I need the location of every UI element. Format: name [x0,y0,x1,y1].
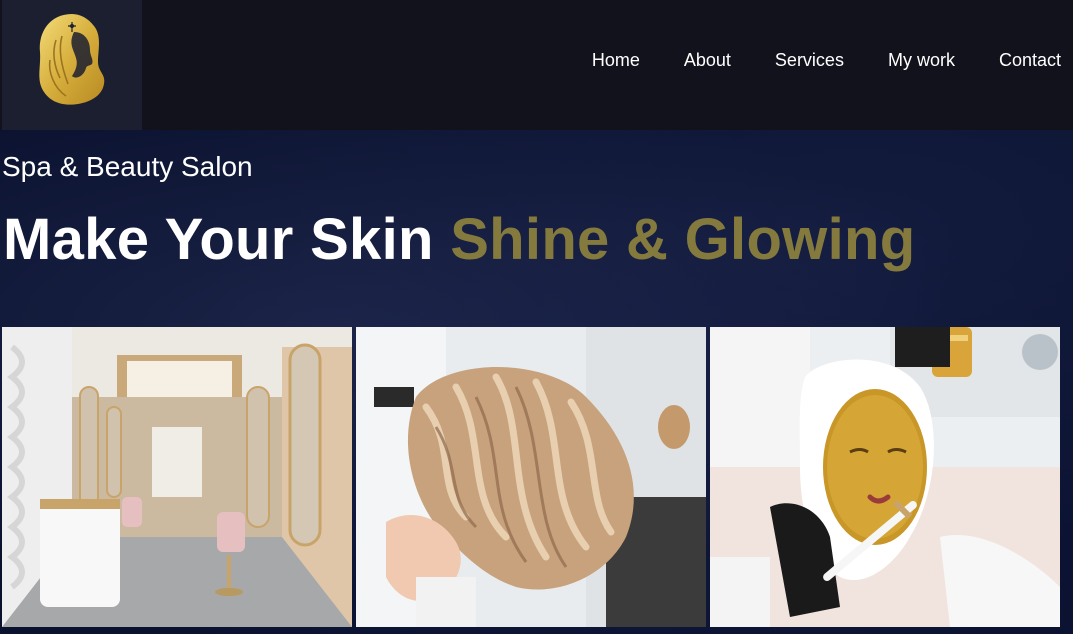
nav-links: Home About Services My work Contact [548,48,1061,72]
gold-face-mask-treatment-photo [710,327,1060,627]
woman-silhouette-logo-icon [39,14,105,105]
navbar: Home About Services My work Contact [0,0,1073,130]
nav-services[interactable]: Services [775,48,844,72]
nav-home[interactable]: Home [592,48,640,72]
logo[interactable] [2,0,142,130]
hero-headline: Make Your Skin Shine & Glowing [3,208,915,272]
hero-subtitle: Spa & Beauty Salon [2,151,253,182]
wavy-blonde-hair-photo [356,327,706,627]
headline-main: Make Your Skin [3,207,451,272]
nav-my-work[interactable]: My work [888,48,955,72]
nav-contact[interactable]: Contact [999,48,1061,72]
nav-about[interactable]: About [684,48,731,72]
headline-accent: Shine & Glowing [450,207,916,272]
salon-interior-photo [2,327,352,627]
gallery [2,327,1062,627]
